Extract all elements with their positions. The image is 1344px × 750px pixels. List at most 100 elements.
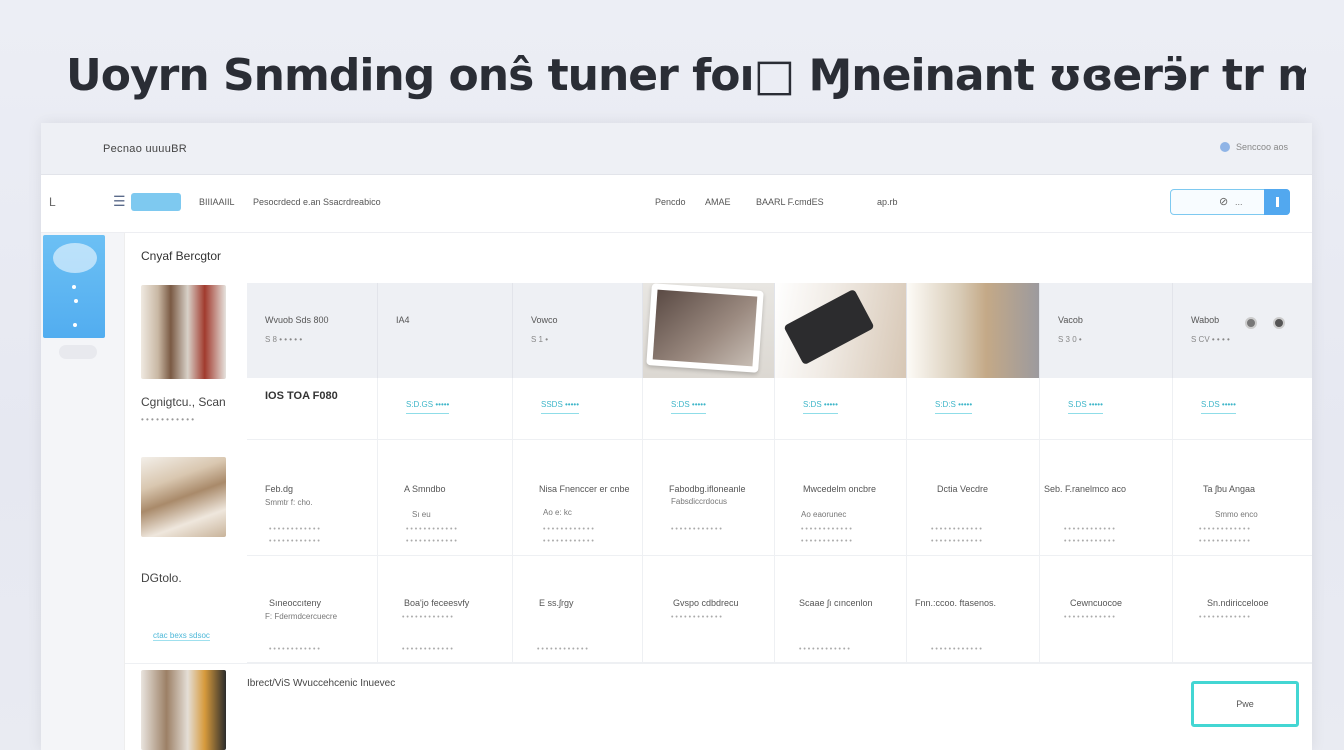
active-nav-pill[interactable]: [131, 193, 181, 211]
product-image-speaker[interactable]: [775, 283, 907, 378]
feature-filler: • • • • • • • • • • • •: [799, 646, 850, 653]
back-icon[interactable]: L: [49, 195, 56, 209]
sidebar-item-active[interactable]: [43, 235, 105, 338]
price-cell[interactable]: S:D:S •••••: [907, 378, 1040, 440]
product-image-lamp[interactable]: [907, 283, 1040, 378]
price-cell[interactable]: SSDS •••••: [513, 378, 643, 440]
spec-cell[interactable]: Nisa Fnenccer er cnbe Ao e: kc • • • • •…: [513, 440, 643, 556]
frame-image: [646, 283, 764, 373]
spec-filler: • • • • • • • • • • • •: [1064, 526, 1115, 533]
grid-header-cell[interactable]: Wabob S CV • • • •: [1173, 283, 1312, 378]
price-link[interactable]: SSDS •••••: [541, 400, 580, 414]
header-sub: S 3 0 •: [1058, 335, 1082, 344]
grid-header-cell[interactable]: IA4: [378, 283, 513, 378]
toolbar: L ☰ BIIIAAIIL Pesocrdecd e.an Ssacrdreab…: [41, 175, 1312, 233]
feature-detail: F: Fdermdcercuecre: [265, 612, 338, 621]
page-headline: Uoyrn Snmding onŝ tuner foı□ Ɱneinant ʊɞ…: [66, 50, 1306, 101]
search-icon: ⊘: [1219, 196, 1229, 208]
spec-detail: Ao eaorunec: [801, 510, 847, 519]
spec-detail: Smmtr f: cho.: [265, 498, 313, 507]
search-button[interactable]: [1264, 189, 1290, 215]
side-sub-1: • • • • • • • • • • •: [141, 415, 195, 424]
brand-label: Pecnao uuuuBR: [103, 143, 188, 155]
sidebar-toggle[interactable]: [59, 345, 97, 359]
feature-filler: • • • • • • • • • • • •: [537, 646, 588, 653]
feature-cell[interactable]: E ss.ʃrgy • • • • • • • • • • • •: [513, 556, 643, 663]
feature-title: Gvspo cdbdrecu: [673, 598, 739, 608]
side-label-2: DGtolo.: [141, 571, 182, 585]
feature-cell[interactable]: Fnn.:ccoo. ftasenos. • • • • • • • • • •…: [907, 556, 1040, 663]
product-thumbnail[interactable]: [141, 457, 226, 537]
feature-cell[interactable]: Sıneoccıteny F: Fdermdcercuecre • • • • …: [247, 556, 378, 663]
feature-cell[interactable]: Sn.ndiriccelooe • • • • • • • • • • • •: [1173, 556, 1312, 663]
product-thumbnail[interactable]: [141, 670, 226, 750]
spec-cell[interactable]: A Smndbo Sı eu • • • • • • • • • • • • •…: [378, 440, 513, 556]
settings-icon[interactable]: [1273, 317, 1285, 329]
top-right-status[interactable]: Senccoo aos: [1219, 142, 1288, 152]
feature-filler: • • • • • • • • • • • •: [402, 614, 453, 621]
price-cell[interactable]: IOS TOA F080: [247, 378, 378, 440]
header-title: Wabob: [1191, 315, 1220, 325]
spec-filler: • • • • • • • • • • • •: [671, 526, 722, 533]
feature-cell[interactable]: Scaae ʃı cıncenlon • • • • • • • • • • •…: [775, 556, 907, 663]
product-image-frame[interactable]: [643, 283, 775, 378]
spec-cell[interactable]: Fabodbg.ifloneanle Fabsdiccrdocus • • • …: [643, 440, 775, 556]
grid-header-cell[interactable]: Vowco S 1 •: [513, 283, 643, 378]
menu-icon[interactable]: ☰: [113, 193, 126, 210]
header-title: Vacob: [1058, 315, 1083, 325]
lock-icon[interactable]: [1245, 317, 1257, 329]
feature-title: E ss.ʃrgy: [539, 598, 574, 608]
price-link[interactable]: S:DS •••••: [803, 400, 838, 414]
price-cell[interactable]: S.DS •••••: [1173, 378, 1312, 440]
spec-title: Nisa Fnenccer er cnbe: [539, 484, 630, 494]
feature-filler: • • • • • • • • • • • •: [671, 614, 722, 621]
header-title: Vowco: [531, 315, 558, 325]
price-cell[interactable]: S:DS •••••: [775, 378, 907, 440]
spec-cell[interactable]: Feb.dg Smmtr f: cho. • • • • • • • • • •…: [247, 440, 378, 556]
price-cell[interactable]: S.DS •••••: [1040, 378, 1173, 440]
toolbar-item-6[interactable]: ap.rb: [877, 197, 898, 207]
header-title: IA4: [396, 315, 410, 325]
price-cell[interactable]: S:D.GS •••••: [378, 378, 513, 440]
spec-cell[interactable]: Seb. F.ranelmco aco • • • • • • • • • • …: [1040, 440, 1173, 556]
spec-cell[interactable]: Ta ʃbu Angaa Smmo enco • • • • • • • • •…: [1173, 440, 1312, 556]
spec-filler: • • • • • • • • • • • •: [269, 526, 320, 533]
price-row: IOS TOA F080 S:D.GS ••••• SSDS ••••• S:D…: [247, 378, 1312, 440]
primary-action-button[interactable]: Pwe: [1191, 681, 1299, 727]
toolbar-item-4[interactable]: AMAE: [705, 197, 731, 207]
feature-cell[interactable]: Cewncuocoe • • • • • • • • • • • •: [1040, 556, 1173, 663]
price-cell[interactable]: S:DS •••••: [643, 378, 775, 440]
spec-title: Dctia Vecdre: [937, 484, 989, 494]
toolbar-item-5[interactable]: BAARL F.cmdES: [756, 197, 824, 207]
header-sub: S 8 • • • • •: [265, 335, 303, 344]
price-link[interactable]: S:D:S •••••: [935, 400, 973, 414]
product-thumbnail[interactable]: [141, 285, 226, 379]
price-link[interactable]: S.DS •••••: [1201, 400, 1236, 414]
spec-row: Feb.dg Smmtr f: cho. • • • • • • • • • •…: [247, 440, 1312, 556]
spec-detail: Ao e: kc: [543, 508, 572, 517]
grid-header-cell[interactable]: Vacob S 3 0 •: [1040, 283, 1173, 378]
spec-filler: • • • • • • • • • • • •: [269, 538, 320, 545]
toolbar-item-3[interactable]: Pencdo: [655, 197, 686, 207]
price-link[interactable]: S:D.GS •••••: [406, 400, 450, 414]
status-dot-icon: [1219, 142, 1230, 152]
grid-header-cell[interactable]: Wvuob Sds 800 S 8 • • • • •: [247, 283, 378, 378]
price-link[interactable]: S:DS •••••: [671, 400, 706, 414]
price-link[interactable]: S.DS •••••: [1068, 400, 1103, 414]
spec-cell[interactable]: Mwcedelm oncbre Ao eaorunec • • • • • • …: [775, 440, 907, 556]
toolbar-item-1[interactable]: BIIIAAIIL: [199, 197, 235, 207]
search-box[interactable]: ⊘: [1170, 189, 1290, 215]
toolbar-item-2[interactable]: Pesocrdecd e.an Ssacrdreabico: [253, 197, 381, 207]
side-link[interactable]: ctac bexs sdsoc: [153, 631, 210, 641]
header-sub: S 1 •: [531, 335, 549, 344]
spec-detail: Fabsdiccrdocus: [671, 497, 728, 506]
main-content: Cnyaf Bercgtor Cgnigtcu., Scan • • • • •…: [125, 233, 1312, 750]
feature-cell[interactable]: Boa'jo feceesvfy • • • • • • • • • • • •…: [378, 556, 513, 663]
speaker-image: [783, 288, 875, 366]
top-right-text: Senccoo aos: [1235, 142, 1288, 152]
spec-detail: Sı eu: [412, 510, 431, 519]
spec-detail: Smmo enco: [1215, 510, 1258, 519]
feature-cell[interactable]: Gvspo cdbdrecu • • • • • • • • • • • •: [643, 556, 775, 663]
primary-action-label: Pwe: [1236, 699, 1254, 709]
spec-cell[interactable]: Dctia Vecdre • • • • • • • • • • • • • •…: [907, 440, 1040, 556]
